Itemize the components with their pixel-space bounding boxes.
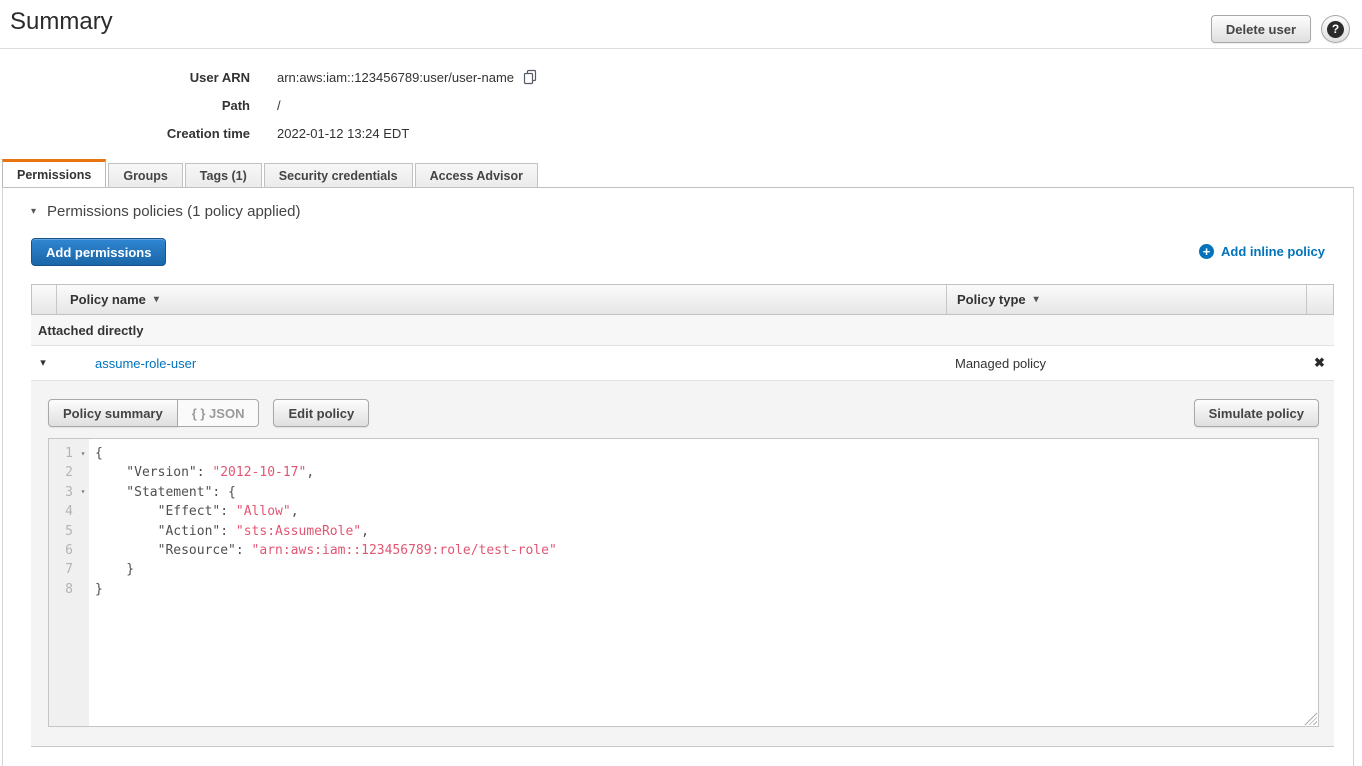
tab-tags[interactable]: Tags (1) xyxy=(185,163,262,187)
policy-name-column-header[interactable]: Policy name ▾ xyxy=(56,285,946,314)
iam-user-summary-page: Summary Delete user ? User ARN arn:aws:i… xyxy=(0,0,1362,766)
policy-type-value: Managed policy xyxy=(945,356,1305,371)
help-icon: ? xyxy=(1327,21,1344,38)
tab-security-credentials[interactable]: Security credentials xyxy=(264,163,413,187)
header-actions: Delete user ? xyxy=(1211,15,1350,43)
permissions-policies-section-toggle[interactable]: ▾ Permissions policies (1 policy applied… xyxy=(31,203,300,220)
json-policy-editor[interactable]: 1▾ 2 3▾ 4 5 6 7 8 { "Version": "2012-10-… xyxy=(48,438,1319,727)
detach-policy-icon[interactable]: ✖ xyxy=(1314,355,1325,371)
expander-column-header xyxy=(32,285,56,314)
user-arn-row: User ARN arn:aws:iam::123456789:user/use… xyxy=(0,63,538,91)
tab-permissions[interactable]: Permissions xyxy=(2,159,106,187)
permissions-tab-panel: ▾ Permissions policies (1 policy applied… xyxy=(2,187,1354,766)
copy-icon[interactable] xyxy=(523,69,538,85)
editor-gutter: 1▾ 2 3▾ 4 5 6 7 8 xyxy=(49,439,89,726)
attached-directly-group-row: Attached directly xyxy=(31,315,1334,346)
row-expander[interactable]: ▾ xyxy=(31,358,55,369)
policy-detail-pane: Policy summary { } JSON Edit policy Simu… xyxy=(31,381,1334,747)
help-button[interactable]: ? xyxy=(1321,15,1350,43)
code-line: "Effect": "Allow", xyxy=(95,502,1318,521)
fold-arrow-icon[interactable]: ▾ xyxy=(81,450,86,458)
user-arn-value: arn:aws:iam::123456789:user/user-name xyxy=(277,70,514,85)
page-title: Summary xyxy=(10,8,113,36)
creation-time-value: 2022-01-12 13:24 EDT xyxy=(277,126,409,141)
creation-time-label: Creation time xyxy=(0,126,250,141)
path-row: Path / xyxy=(0,91,538,119)
plus-circle-icon: + xyxy=(1199,244,1214,259)
code-line: "Version": "2012-10-17", xyxy=(95,463,1318,482)
add-permissions-button[interactable]: Add permissions xyxy=(31,238,166,266)
tab-bar: Permissions Groups Tags (1) Security cre… xyxy=(2,159,1354,187)
policies-table: Policy name ▾ Policy type ▾ Attached dir… xyxy=(31,284,1334,747)
policy-summary-button[interactable]: Policy summary xyxy=(48,399,178,427)
code-line: "Resource": "arn:aws:iam::123456789:role… xyxy=(95,541,1318,560)
edit-policy-button[interactable]: Edit policy xyxy=(273,399,369,427)
policy-type-column-header[interactable]: Policy type ▾ xyxy=(946,285,1306,314)
delete-user-button[interactable]: Delete user xyxy=(1211,15,1311,43)
path-value: / xyxy=(277,98,281,113)
creation-time-row: Creation time 2022-01-12 13:24 EDT xyxy=(0,119,538,147)
simulate-policy-button[interactable]: Simulate policy xyxy=(1194,399,1319,427)
header-divider xyxy=(0,48,1362,49)
code-line: } xyxy=(95,560,1318,579)
policy-name-link[interactable]: assume-role-user xyxy=(95,356,196,371)
path-label: Path xyxy=(0,98,250,113)
user-info: User ARN arn:aws:iam::123456789:user/use… xyxy=(0,63,538,147)
code-line: { xyxy=(95,444,1318,463)
code-line: "Statement": { xyxy=(95,483,1318,502)
policy-table-row: ▾ assume-role-user Managed policy ✖ xyxy=(31,346,1334,381)
row-expander-icon: ▾ xyxy=(40,358,46,369)
editor-code-area: { "Version": "2012-10-17", "Statement": … xyxy=(89,439,1318,726)
policy-view-toolbar: Policy summary { } JSON Edit policy xyxy=(48,399,369,427)
add-inline-policy-label: Add inline policy xyxy=(1221,244,1325,259)
user-arn-label: User ARN xyxy=(0,70,250,85)
sort-arrow-icon: ▾ xyxy=(154,294,159,305)
tab-access-advisor[interactable]: Access Advisor xyxy=(415,163,538,187)
actions-column-header xyxy=(1306,285,1333,314)
json-view-button[interactable]: { } JSON xyxy=(177,399,260,427)
fold-arrow-icon[interactable]: ▾ xyxy=(81,488,86,496)
code-line: "Action": "sts:AssumeRole", xyxy=(95,522,1318,541)
add-inline-policy-link[interactable]: + Add inline policy xyxy=(1199,244,1325,259)
sort-arrow-icon: ▾ xyxy=(1034,294,1039,305)
policies-table-header: Policy name ▾ Policy type ▾ xyxy=(31,284,1334,315)
code-line: } xyxy=(95,580,1318,599)
tab-groups[interactable]: Groups xyxy=(108,163,182,187)
section-title: Permissions policies (1 policy applied) xyxy=(47,203,300,220)
section-collapse-icon: ▾ xyxy=(31,207,36,217)
